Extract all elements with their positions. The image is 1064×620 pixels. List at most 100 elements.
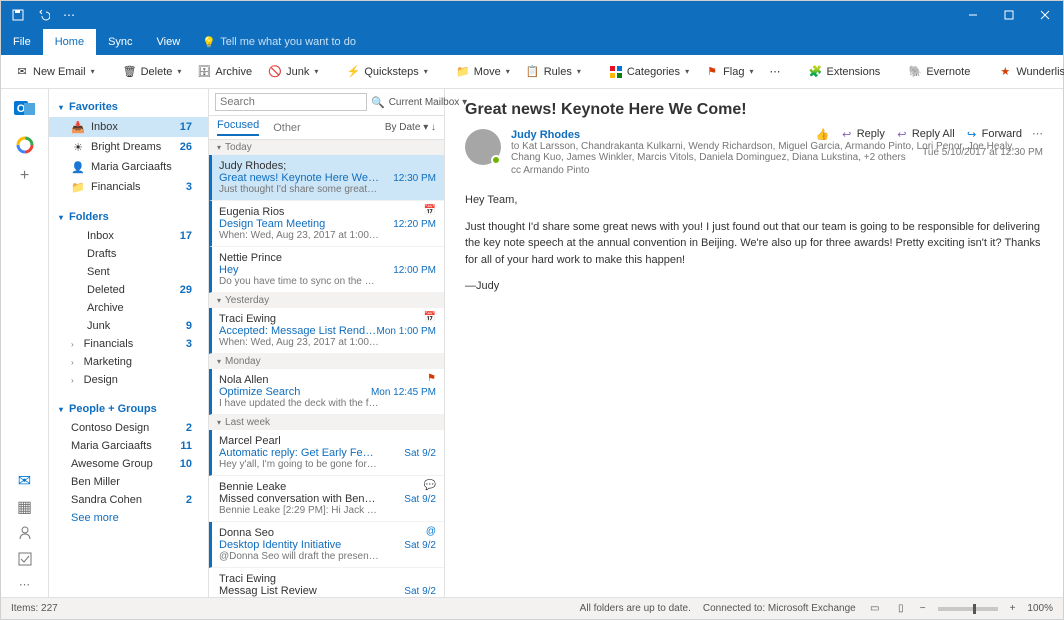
message-item[interactable]: 📅Eugenia RiosDesign Team MeetingWhen: We… [209, 201, 444, 247]
delete-button[interactable]: 🗑Delete▾ [117, 62, 188, 82]
maximize-button[interactable] [991, 1, 1027, 29]
tab-focused[interactable]: Focused [217, 119, 259, 136]
save-icon[interactable] [11, 8, 25, 22]
message-item[interactable]: 💬Bennie LeakeMissed conversation with Be… [209, 476, 444, 522]
message-item[interactable]: Traci EwingMessag List ReviewDo you have… [209, 568, 444, 597]
more-button[interactable]: ⋯ [764, 62, 787, 81]
archive-button[interactable]: 🗄Archive [191, 62, 258, 82]
reply-button[interactable]: ↩Reply [840, 127, 885, 141]
view-reading-icon[interactable]: ▯ [894, 602, 908, 616]
message-item[interactable]: Nettie PrinceHeyDo you have time to sync… [209, 247, 444, 293]
message-item[interactable]: Judy Rhodes;Great news! Keynote Here We … [209, 155, 444, 201]
message-list[interactable]: ▾ TodayJudy Rhodes;Great news! Keynote H… [209, 140, 444, 597]
mention-icon: @ [426, 526, 436, 537]
outlook-app-icon[interactable]: O [13, 97, 37, 121]
google-icon[interactable] [15, 135, 35, 155]
chevron-down-icon: ▾ [59, 213, 63, 222]
people-header[interactable]: ▾People + Groups [49, 399, 208, 419]
reply-all-button[interactable]: ↩Reply All [895, 127, 955, 141]
message-item[interactable]: 📅Traci EwingAccepted: Message List Rende… [209, 308, 444, 354]
folder-item[interactable]: Ben Miller [49, 473, 208, 491]
flag-icon: ⚑ [427, 373, 436, 384]
qat-more-icon[interactable]: ⋯ [63, 8, 75, 22]
tell-me-search[interactable]: 💡 Tell me what you want to do [202, 35, 356, 49]
menu-bar: File Home Sync View 💡 Tell me what you w… [1, 29, 1063, 55]
folders-header[interactable]: ▾Folders [49, 207, 208, 227]
extensions-button[interactable]: 🧩Extensions [803, 62, 887, 82]
tasks-module-icon[interactable] [18, 552, 32, 566]
folder-item[interactable]: Awesome Group10 [49, 455, 208, 473]
wunderlist-button[interactable]: ★Wunderlist▾ [992, 62, 1064, 82]
folder-item[interactable]: Deleted29 [49, 281, 208, 299]
tab-other[interactable]: Other [273, 122, 301, 134]
folder-item[interactable]: Sent [49, 263, 208, 281]
message-item[interactable]: @Donna SeoDesktop Identity Initiative@Do… [209, 522, 444, 568]
message-body: Hey Team, Just thought I'd share some gr… [465, 192, 1043, 295]
chat-icon: 💬 [424, 480, 436, 491]
zoom-slider[interactable] [938, 607, 998, 611]
tab-home[interactable]: Home [43, 29, 96, 55]
zoom-level: 100% [1027, 603, 1053, 614]
reply-icon: ↩ [840, 127, 854, 141]
rules-button[interactable]: 📋Rules▾ [520, 62, 587, 82]
folder-item[interactable]: Inbox17 [49, 227, 208, 245]
view-normal-icon[interactable]: ▭ [868, 602, 882, 616]
folder-item[interactable]: 👤Maria Garciaafts [49, 157, 208, 177]
folder-item[interactable]: ☀Bright Dreams26 [49, 137, 208, 157]
sender-avatar[interactable] [465, 129, 501, 165]
message-item[interactable]: Marcel PearlAutomatic reply: Get Early F… [209, 430, 444, 476]
message-more-icon[interactable]: ⋯ [1032, 127, 1043, 141]
folder-item[interactable]: Maria Garciaafts11 [49, 437, 208, 455]
favorites-header[interactable]: ▾Favorites [49, 97, 208, 117]
folder-item[interactable]: ›Financials3 [49, 335, 208, 353]
wunderlist-icon: ★ [998, 65, 1012, 79]
flag-button[interactable]: ⚑Flag▾ [699, 62, 759, 82]
junk-button[interactable]: 🚫Junk▾ [262, 62, 324, 82]
search-input[interactable] [215, 93, 367, 111]
folder-item[interactable]: ›Design [49, 371, 208, 389]
date-group-header[interactable]: ▾ Last week [209, 415, 444, 430]
see-more-link[interactable]: See more [49, 509, 208, 527]
sort-dropdown[interactable]: By Date ▾ ↓ [385, 122, 436, 133]
more-modules-icon[interactable]: ⋯ [19, 578, 30, 591]
add-account-icon[interactable]: + [18, 169, 32, 183]
date-group-header[interactable]: ▾ Monday [209, 354, 444, 369]
chevron-down-icon: ▾ [59, 405, 63, 414]
people-module-icon[interactable] [18, 526, 32, 540]
message-list-pane: 🔍 Current Mailbox ▾ Focused Other By Dat… [209, 89, 445, 597]
undo-icon[interactable] [37, 8, 51, 22]
folder-item[interactable]: ›Marketing [49, 353, 208, 371]
mail-module-icon[interactable]: ✉ [18, 474, 32, 488]
date-group-header[interactable]: ▾ Yesterday [209, 293, 444, 308]
zoom-out-button[interactable]: − [920, 603, 926, 614]
message-item[interactable]: ⚑Nola AllenOptimize SearchI have updated… [209, 369, 444, 415]
tab-sync[interactable]: Sync [96, 29, 144, 55]
zoom-in-button[interactable]: + [1010, 603, 1016, 614]
folder-icon: 📥 [71, 120, 85, 134]
close-button[interactable] [1027, 1, 1063, 29]
quicksteps-button[interactable]: ⚡Quicksteps▾ [340, 62, 433, 82]
folder-item[interactable]: Archive [49, 299, 208, 317]
minimize-button[interactable] [955, 1, 991, 29]
folder-item[interactable]: Contoso Design2 [49, 419, 208, 437]
status-bar: Items: 227 All folders are up to date. C… [1, 597, 1063, 619]
folder-item[interactable]: 📁Financials3 [49, 177, 208, 197]
like-icon[interactable]: 👍 [816, 127, 830, 141]
evernote-button[interactable]: 🐘Evernote [902, 62, 976, 82]
folder-item[interactable]: Junk9 [49, 317, 208, 335]
calendar-icon: 📅 [424, 312, 436, 323]
tab-file[interactable]: File [1, 29, 43, 55]
folder-item[interactable]: Drafts [49, 245, 208, 263]
tab-view[interactable]: View [145, 29, 193, 55]
search-icon[interactable]: 🔍 [371, 95, 385, 109]
calendar-module-icon[interactable]: ▦ [18, 500, 32, 514]
date-group-header[interactable]: ▾ Today [209, 140, 444, 155]
new-email-button[interactable]: ✉New Email▾ [9, 62, 101, 82]
move-button[interactable]: 📁Move▾ [450, 62, 516, 82]
categories-button[interactable]: Categories▾ [603, 62, 695, 82]
folder-item[interactable]: Sandra Cohen2 [49, 491, 208, 509]
forward-button[interactable]: ↪Forward [965, 127, 1022, 141]
title-bar: ⋯ [1, 1, 1063, 29]
extensions-icon: 🧩 [809, 65, 823, 79]
folder-item[interactable]: 📥Inbox17 [49, 117, 208, 137]
